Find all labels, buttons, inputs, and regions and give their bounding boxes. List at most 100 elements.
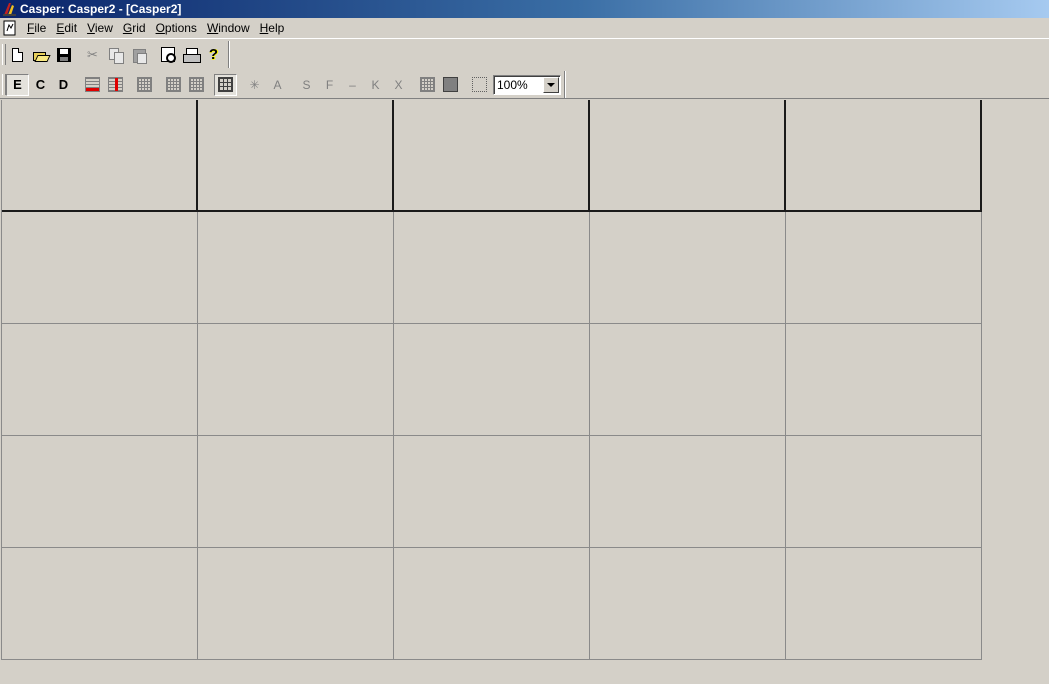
- scissors-icon: ✂: [87, 46, 98, 62]
- grid-cell[interactable]: [2, 324, 198, 436]
- column-highlight-button[interactable]: [104, 74, 127, 96]
- menu-options[interactable]: Options: [151, 20, 202, 36]
- menu-view[interactable]: View: [82, 20, 118, 36]
- menu-file-rest: ile: [34, 21, 47, 35]
- grid-icon: [137, 77, 152, 92]
- zoom-value: 100%: [497, 77, 528, 92]
- menu-window-accel: W: [206, 21, 219, 35]
- title-bar[interactable]: Casper: Casper2 - [Casper2]: [0, 0, 1049, 18]
- menu-file[interactable]: File: [22, 20, 51, 36]
- dash-button[interactable]: –: [341, 74, 364, 96]
- copy-button[interactable]: [104, 44, 127, 66]
- header-cell[interactable]: [786, 100, 982, 212]
- open-button[interactable]: [29, 44, 52, 66]
- grid-merge-button[interactable]: [185, 74, 208, 96]
- mode-d-button[interactable]: D: [52, 74, 75, 96]
- standard-toolbar: ✂ ?: [0, 40, 238, 69]
- menu-window[interactable]: Window: [202, 20, 255, 36]
- grid-cell[interactable]: [198, 324, 394, 436]
- zoom-fit-button[interactable]: [468, 74, 491, 96]
- menu-view-rest: iew: [94, 21, 113, 35]
- header-cell[interactable]: [590, 100, 786, 212]
- a-button[interactable]: A: [266, 74, 289, 96]
- star-button[interactable]: ✳: [243, 74, 266, 96]
- grid-cell[interactable]: [590, 212, 786, 324]
- grid-cell[interactable]: [786, 212, 982, 324]
- grid-cell[interactable]: [394, 548, 590, 660]
- row-highlight-button[interactable]: [81, 74, 104, 96]
- menu-help-rest: elp: [268, 21, 285, 35]
- cut-button[interactable]: ✂: [81, 44, 104, 66]
- mode-e-button[interactable]: E: [6, 73, 29, 96]
- standard-toolbar-group: ✂ ?: [0, 41, 229, 68]
- fill-button[interactable]: [439, 74, 462, 96]
- grid-workspace[interactable]: [0, 98, 1049, 684]
- zoom-select[interactable]: 100%: [493, 74, 561, 95]
- grid-layout-button[interactable]: [133, 74, 156, 96]
- header-cell[interactable]: [394, 100, 590, 212]
- menu-view-accel: V: [87, 21, 95, 35]
- save-disk-icon: [56, 47, 71, 62]
- grid-cell[interactable]: [198, 436, 394, 548]
- grid-cell[interactable]: [2, 436, 198, 548]
- zoom-dropdown-button[interactable]: [543, 76, 559, 93]
- casper-app-icon[interactable]: [2, 1, 18, 17]
- grid-cell[interactable]: [590, 436, 786, 548]
- grid-split-button[interactable]: [162, 74, 185, 96]
- grid-cell[interactable]: [2, 212, 198, 324]
- s-button[interactable]: S: [295, 74, 318, 96]
- grid-cell[interactable]: [786, 548, 982, 660]
- save-button[interactable]: [52, 44, 75, 66]
- grid-cell[interactable]: [786, 436, 982, 548]
- header-cell[interactable]: [198, 100, 394, 212]
- grid-cell[interactable]: [2, 548, 198, 660]
- paste-button[interactable]: [127, 44, 150, 66]
- window-title: Casper: Casper2 - [Casper2]: [20, 2, 182, 16]
- document-icon[interactable]: [2, 20, 18, 36]
- grid-dark-button[interactable]: [214, 73, 237, 96]
- menu-grid-accel: G: [122, 21, 133, 35]
- menu-help-accel: H: [259, 21, 269, 35]
- print-button[interactable]: [179, 44, 202, 66]
- new-button[interactable]: [6, 44, 29, 66]
- menu-edit[interactable]: Edit: [51, 20, 82, 36]
- grid-cell[interactable]: [394, 324, 590, 436]
- grid-cell[interactable]: [198, 548, 394, 660]
- menu-options-accel: O: [155, 21, 165, 35]
- grid-lines-icon: [420, 77, 435, 92]
- f-button[interactable]: F: [318, 74, 341, 96]
- grid-cell[interactable]: [786, 324, 982, 436]
- help-button[interactable]: ?: [202, 44, 225, 66]
- x-button[interactable]: X: [387, 74, 410, 96]
- grid[interactable]: [2, 100, 982, 660]
- grid-red-row-icon: [85, 77, 100, 92]
- menu-options-rest: ptions: [164, 21, 197, 35]
- grid-cell[interactable]: [590, 324, 786, 436]
- app-window: Casper: Casper2 - [Casper2] File Edit Vi…: [0, 0, 1049, 684]
- zoom-grid-icon: [472, 77, 487, 92]
- header-cell[interactable]: [2, 100, 198, 212]
- k-button[interactable]: K: [364, 74, 387, 96]
- menu-bar: File Edit View Grid Options Window Help: [0, 18, 1049, 39]
- grid-cell[interactable]: [198, 212, 394, 324]
- menu-edit-rest: dit: [64, 21, 78, 35]
- paste-icon: [132, 48, 147, 64]
- mode-c-button[interactable]: C: [29, 74, 52, 96]
- show-grid-button[interactable]: [416, 74, 439, 96]
- menu-help[interactable]: Help: [255, 20, 290, 36]
- grid-merge-icon: [189, 77, 204, 92]
- menu-grid[interactable]: Grid: [118, 20, 151, 36]
- chevron-down-icon: [547, 82, 555, 87]
- print-preview-button[interactable]: [156, 44, 179, 66]
- new-document-icon: [12, 47, 23, 62]
- grid-cell[interactable]: [590, 548, 786, 660]
- print-preview-icon: [160, 47, 176, 63]
- grid-cell[interactable]: [394, 436, 590, 548]
- menu-grid-rest: rid: [132, 21, 146, 35]
- open-folder-icon: [32, 49, 51, 62]
- grid-red-column-icon: [108, 77, 123, 92]
- fill-square-icon: [443, 77, 458, 92]
- grid-toolbar: E C D ✳ A S F – K X 100%: [0, 70, 586, 99]
- help-question-icon: ?: [208, 46, 219, 63]
- grid-cell[interactable]: [394, 212, 590, 324]
